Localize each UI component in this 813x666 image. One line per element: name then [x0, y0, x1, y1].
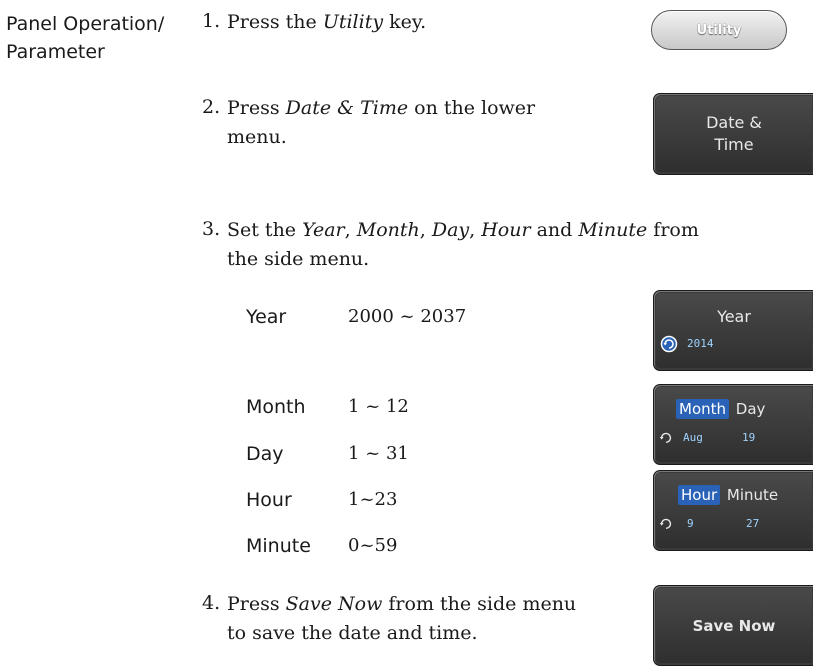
step-1-text: Press the Utility key.	[227, 11, 427, 33]
date-time-label-2: Time	[714, 135, 754, 154]
param-name-hour: Hour	[246, 489, 292, 511]
step-3-text: Set the Year, Month, Day, Hour and Minut…	[227, 219, 699, 270]
day-softkey-title: Day	[735, 400, 766, 418]
param-range-month: 1 ~ 12	[348, 396, 409, 417]
hour-minute-softkey[interactable]: Hour Minute 9 27	[653, 470, 813, 551]
param-name-month: Month	[246, 396, 306, 418]
day-value: 19	[742, 431, 756, 444]
year-value: 2014	[687, 337, 714, 350]
param-range-year: 2000 ~ 2037	[348, 306, 467, 327]
step-4-text: Press Save Now from the side menu to sav…	[227, 593, 577, 644]
utility-key[interactable]: Utility	[651, 10, 787, 50]
hour-value: 9	[687, 517, 694, 530]
variable-knob-icon	[659, 432, 672, 444]
variable-knob-icon	[659, 518, 672, 530]
step-3-number: 3.	[202, 218, 221, 240]
save-now-label: Save Now	[692, 616, 776, 635]
param-range-minute: 0~59	[348, 535, 398, 556]
step-1-number: 1.	[202, 10, 221, 32]
date-time-softkey[interactable]: Date & Time	[653, 93, 813, 175]
month-value: Aug	[683, 431, 703, 444]
minute-softkey-title: Minute	[726, 486, 779, 504]
step-2-text: Press Date & Time on the lower menu.	[227, 97, 536, 148]
minute-value: 27	[746, 517, 760, 530]
variable-knob-icon	[660, 335, 678, 353]
month-softkey-title: Month	[676, 399, 730, 419]
year-softkey-title: Year	[717, 307, 751, 326]
param-range-day: 1 ~ 31	[348, 443, 409, 464]
param-name-day: Day	[246, 443, 284, 465]
year-softkey[interactable]: Year 2014	[653, 290, 813, 371]
param-name-year: Year	[246, 306, 287, 328]
step-4-number: 4.	[202, 592, 221, 614]
param-name-minute: Minute	[246, 535, 311, 557]
date-time-label-1: Date &	[706, 113, 762, 132]
save-now-softkey[interactable]: Save Now	[653, 585, 813, 666]
param-range-hour: 1~23	[348, 489, 398, 510]
hour-softkey-title: Hour	[678, 485, 721, 505]
month-day-softkey[interactable]: Month Day Aug 19	[653, 384, 813, 465]
section-label: Panel Operation/ Parameter	[6, 13, 165, 63]
step-2-number: 2.	[202, 96, 221, 118]
